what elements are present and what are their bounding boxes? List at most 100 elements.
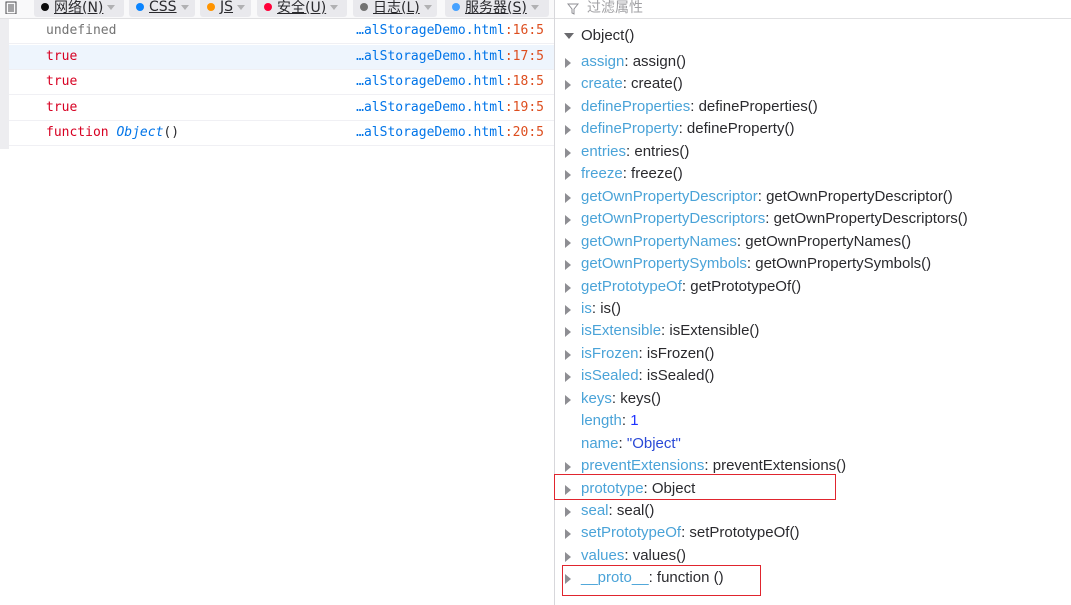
key-value-separator: : — [643, 480, 652, 497]
property-entry: prototype: Object — [581, 478, 695, 500]
console-message: true …alStorageDemo.html:18:5 — [9, 70, 554, 95]
property-row[interactable]: assign: assign() — [555, 51, 1071, 73]
expand-arrow-icon[interactable] — [565, 103, 571, 113]
filter-properties-input[interactable]: 过滤属性 — [587, 0, 643, 17]
filter-toggle[interactable]: 网络(N) — [34, 0, 124, 17]
expand-arrow-icon[interactable] — [565, 80, 571, 90]
expand-arrow-icon[interactable] — [565, 485, 571, 495]
expand-arrow-icon[interactable] — [565, 58, 571, 68]
property-row[interactable]: values: values() — [555, 545, 1071, 567]
filter-toggle[interactable]: JS — [200, 0, 251, 17]
expand-arrow-icon[interactable] — [565, 574, 571, 584]
expand-arrow-icon[interactable] — [565, 170, 571, 180]
expand-arrow-icon[interactable] — [565, 148, 571, 158]
function-object-value[interactable]: function Object() — [46, 125, 179, 141]
source-location-link[interactable]: …alStorageDemo.html:16:5 — [356, 23, 544, 39]
property-value: getOwnPropertyDescriptors() — [773, 210, 968, 227]
property-row[interactable]: create: create() — [555, 73, 1071, 95]
chevron-down-icon[interactable] — [107, 4, 116, 10]
filter-properties-bar[interactable]: 过滤属性 — [555, 0, 1071, 19]
expand-arrow-icon[interactable] — [565, 529, 571, 539]
expand-arrow-icon[interactable] — [565, 238, 571, 248]
filter-toggle[interactable]: 服务器(S) — [445, 0, 549, 17]
property-row[interactable]: defineProperty: defineProperty() — [555, 118, 1071, 140]
expand-arrow-icon[interactable] — [565, 507, 571, 517]
property-row[interactable]: prototype: Object — [555, 478, 1071, 500]
expand-arrow-icon[interactable] — [565, 215, 571, 225]
expand-arrow-icon[interactable] — [565, 327, 571, 337]
key-value-separator: : — [678, 120, 687, 137]
devtools-console: 网络(N) CSS JS 安全(U) 日志(L) 服务器(S) undefined …al… — [0, 0, 1071, 605]
console-message: true …alStorageDemo.html:17:5 — [9, 45, 554, 70]
property-entry: is: is() — [581, 298, 621, 320]
property-row[interactable]: setPrototypeOf: setPrototypeOf() — [555, 522, 1071, 544]
chevron-down-icon[interactable] — [423, 4, 432, 10]
property-row[interactable]: is: is() — [555, 298, 1071, 320]
source-file: …alStorageDemo.html — [356, 49, 505, 64]
property-row[interactable]: getPrototypeOf: getPrototypeOf() — [555, 276, 1071, 298]
property-row[interactable]: isSealed: isSealed() — [555, 365, 1071, 387]
chevron-down-icon[interactable] — [330, 4, 339, 10]
property-row[interactable]: getOwnPropertySymbols: getOwnPropertySym… — [555, 253, 1071, 275]
filter-toggle[interactable]: CSS — [129, 0, 195, 17]
property-value: defineProperties() — [698, 98, 818, 115]
property-value: keys() — [620, 390, 662, 407]
property-row[interactable]: defineProperties: defineProperties() — [555, 96, 1071, 118]
property-row[interactable]: getOwnPropertyDescriptors: getOwnPropert… — [555, 208, 1071, 230]
expand-arrow-icon[interactable] — [565, 283, 571, 293]
expand-arrow-icon[interactable] — [565, 350, 571, 360]
property-row[interactable]: isFrozen: isFrozen() — [555, 343, 1071, 365]
property-value: entries() — [634, 143, 690, 160]
property-row[interactable]: preventExtensions: preventExtensions() — [555, 455, 1071, 477]
expand-arrow-icon[interactable] — [565, 305, 571, 315]
property-value: getPrototypeOf() — [690, 278, 802, 295]
property-value: isFrozen() — [646, 345, 715, 362]
property-key: is — [581, 300, 592, 317]
console-message: true …alStorageDemo.html:19:5 — [9, 96, 554, 121]
property-value: values() — [632, 547, 687, 564]
source-location-link[interactable]: …alStorageDemo.html:19:5 — [356, 100, 544, 116]
expand-arrow-icon[interactable] — [565, 125, 571, 135]
expand-arrow-icon[interactable] — [565, 372, 571, 382]
property-key: setPrototypeOf — [581, 524, 682, 541]
property-row[interactable]: getOwnPropertyNames: getOwnPropertyNames… — [555, 231, 1071, 253]
property-value: setPrototypeOf() — [689, 524, 800, 541]
expand-arrow-icon[interactable] — [565, 552, 571, 562]
property-row[interactable]: freeze: freeze() — [555, 163, 1071, 185]
expand-arrow-icon[interactable] — [565, 395, 571, 405]
tree-root-node[interactable]: Object() — [555, 25, 1071, 47]
filter-dot-icon — [41, 3, 49, 11]
property-entry: isSealed: isSealed() — [581, 365, 714, 387]
property-row[interactable]: isExtensible: isExtensible() — [555, 320, 1071, 342]
property-value: 1 — [630, 412, 639, 429]
property-row[interactable]: keys: keys() — [555, 388, 1071, 410]
key-value-separator: : — [624, 53, 633, 70]
filter-toggle[interactable]: 安全(U) — [257, 0, 347, 17]
source-line: :18:5 — [504, 74, 544, 89]
property-value: getOwnPropertyDescriptor() — [766, 188, 953, 205]
clear-console-icon[interactable] — [5, 0, 19, 14]
expand-arrow-icon[interactable] — [565, 193, 571, 203]
source-location-link[interactable]: …alStorageDemo.html:20:5 — [356, 125, 544, 141]
expand-arrow-icon[interactable] — [565, 462, 571, 472]
key-value-separator: : — [765, 210, 774, 227]
property-row[interactable]: getOwnPropertyDescriptor: getOwnProperty… — [555, 186, 1071, 208]
chevron-down-icon[interactable] — [530, 4, 539, 10]
property-row[interactable]: __proto__: function () — [555, 567, 1071, 589]
chevron-down-icon[interactable] — [180, 4, 189, 10]
key-value-separator: : — [690, 98, 699, 115]
filter-toggle[interactable]: 日志(L) — [353, 0, 437, 17]
property-row[interactable]: entries: entries() — [555, 141, 1071, 163]
property-value: isSealed() — [646, 367, 715, 384]
chevron-down-icon[interactable] — [237, 4, 246, 10]
filter-dot-icon — [360, 3, 368, 11]
property-row[interactable]: seal: seal() — [555, 500, 1071, 522]
key-value-separator: : — [757, 188, 767, 205]
property-entry: defineProperties: defineProperties() — [581, 96, 818, 118]
property-key: create — [581, 75, 623, 92]
source-location-link[interactable]: …alStorageDemo.html:17:5 — [356, 49, 544, 65]
console-filter-bar: 网络(N) CSS JS 安全(U) 日志(L) 服务器(S) — [0, 0, 554, 19]
source-location-link[interactable]: …alStorageDemo.html:18:5 — [356, 74, 544, 90]
expand-arrow-icon[interactable] — [565, 260, 571, 270]
expand-arrow-icon[interactable] — [564, 33, 574, 39]
